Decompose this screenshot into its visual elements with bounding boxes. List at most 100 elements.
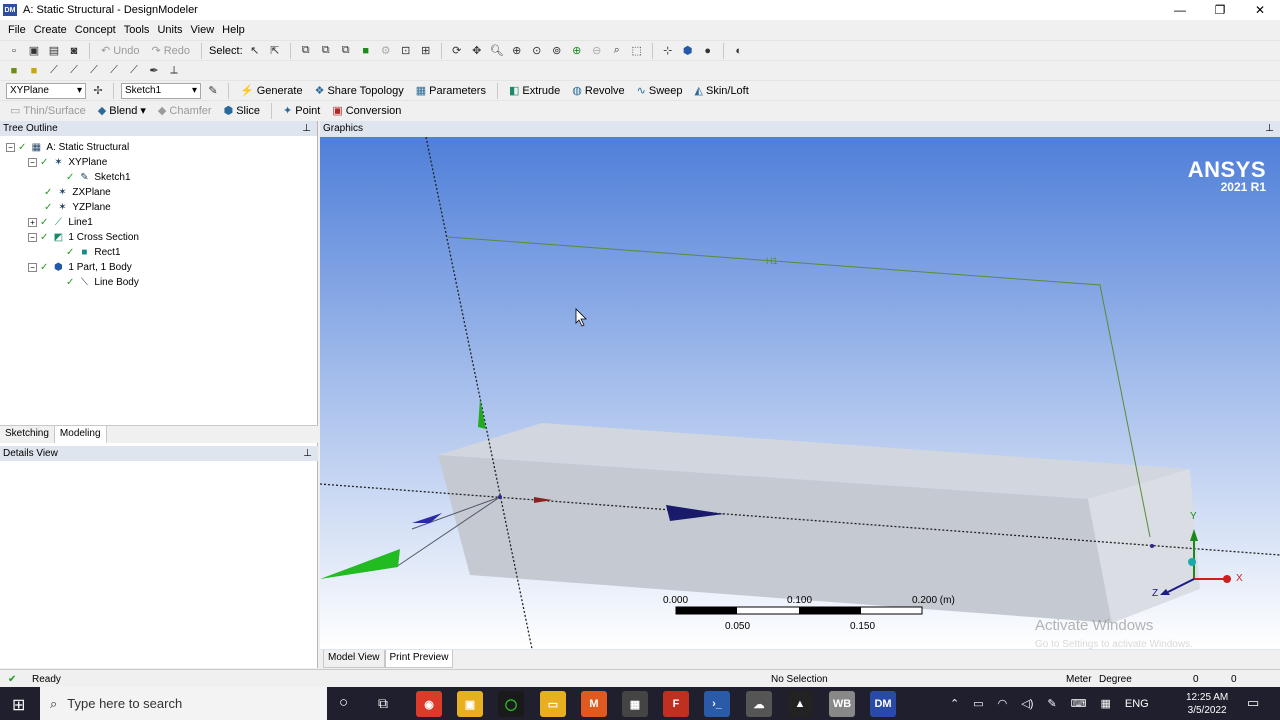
polyline-tool-icon[interactable]: ⟋	[66, 63, 82, 79]
arc-tool-icon[interactable]: ⟋	[106, 63, 122, 79]
menu-file[interactable]: File	[4, 24, 30, 36]
thin-surface-button[interactable]: ▭ Thin/Surface	[6, 102, 90, 120]
language-indicator[interactable]: ENG	[1125, 698, 1149, 710]
cortana-icon[interactable]: ○	[339, 694, 348, 711]
pen-icon[interactable]: ✎	[1047, 697, 1056, 710]
tree-item-xyplane[interactable]: − ✓ ✶ XYPlane	[28, 155, 107, 169]
previous-view-icon[interactable]: ⬚	[629, 43, 645, 59]
sketch-select[interactable]: Sketch1 ▾	[121, 82, 201, 99]
ime-icon[interactable]: ▦	[1100, 697, 1110, 710]
share-topology-button[interactable]: ❖ Share Topology	[311, 82, 408, 100]
new-sketch-icon[interactable]: ✎	[205, 83, 221, 99]
line-body-icon[interactable]: ⟂	[166, 63, 182, 79]
tab-sketching[interactable]: Sketching	[0, 426, 55, 443]
collapse-icon[interactable]: −	[6, 142, 15, 152]
menu-view[interactable]: View	[187, 24, 219, 36]
extrude-button[interactable]: ◧ Extrude	[505, 82, 564, 100]
tree-item-cross-section[interactable]: − ✓ ◩ 1 Cross Section	[28, 230, 139, 244]
new-plane-icon[interactable]: ✢	[90, 83, 106, 99]
blend-button[interactable]: ◆ Blend ▾	[94, 102, 150, 120]
battery-icon[interactable]: ▭	[973, 697, 983, 710]
chamfer-button[interactable]: ◆ Chamfer	[154, 102, 216, 120]
skin-loft-button[interactable]: ◭ Skin/Loft	[691, 82, 753, 100]
revolve-button[interactable]: ◍ Revolve	[568, 82, 628, 100]
tree-item-part-body[interactable]: − ✓ ⬢ 1 Part, 1 Body	[28, 260, 132, 274]
taskbar-search[interactable]: ⌕ Type here to search	[40, 687, 327, 720]
generate-button[interactable]: ⚡ Generate	[236, 82, 307, 100]
windows-start-icon[interactable]: ⊞	[12, 695, 25, 715]
magnifier-icon[interactable]: ⌕	[609, 43, 625, 59]
menu-create[interactable]: Create	[30, 24, 71, 36]
undo-button[interactable]: ↶ Undo	[97, 42, 144, 60]
zoom-out-icon[interactable]: ⊖	[589, 43, 605, 59]
zoom-icon[interactable]: 🔍︎	[489, 43, 505, 59]
expand-icon[interactable]: ⊞	[418, 43, 434, 59]
redo-button[interactable]: ↷ Redo	[148, 42, 195, 60]
collapse-icon[interactable]: −	[28, 157, 37, 167]
select-edges-icon[interactable]: ⧉	[318, 43, 334, 59]
tree-item-rect1[interactable]: ✓ ■ Rect1	[66, 245, 121, 259]
close-button[interactable]: ✕	[1240, 0, 1280, 20]
box-select-icon[interactable]: ⊡	[398, 43, 414, 59]
new-icon[interactable]: ▫	[6, 43, 22, 59]
screenshot-icon[interactable]: ◙	[66, 43, 82, 59]
select-faces-icon[interactable]: ⧉	[338, 43, 354, 59]
save-icon[interactable]: ▣	[26, 43, 42, 59]
store-icon[interactable]: ▣	[457, 691, 483, 717]
zoom-in-icon[interactable]: ⊕	[569, 43, 585, 59]
wifi-icon[interactable]: ◠	[998, 697, 1008, 710]
tab-print-preview[interactable]: Print Preview	[384, 650, 454, 668]
rotate-icon[interactable]: ⟳	[449, 43, 465, 59]
save-as-icon[interactable]: ▤	[46, 43, 62, 59]
fluent-app-icon[interactable]: F	[663, 691, 689, 717]
point-display-icon[interactable]: ●	[700, 43, 716, 59]
notification-icon[interactable]: ▭	[1247, 695, 1259, 711]
designmodeler-taskbar-icon[interactable]: DM	[870, 691, 896, 717]
chevron-up-icon[interactable]: ⌃	[950, 697, 959, 710]
menu-help[interactable]: Help	[218, 24, 249, 36]
select-bodies-icon[interactable]: ■	[358, 43, 374, 59]
collapse-icon[interactable]: −	[28, 232, 37, 242]
ansys-app-icon[interactable]: ▲	[787, 691, 813, 717]
parameters-button[interactable]: ▦ Parameters	[412, 82, 490, 100]
triad-icon[interactable]: ⊹	[660, 43, 676, 59]
pin-icon[interactable]: ✒	[146, 63, 162, 79]
menu-tools[interactable]: Tools	[120, 24, 154, 36]
plane-select[interactable]: XYPlane ▾	[6, 82, 86, 99]
pin-icon[interactable]: ⊥	[302, 123, 311, 134]
matlab-icon[interactable]: M	[581, 691, 607, 717]
iso-view-icon[interactable]: ⬢	[680, 43, 696, 59]
select-mode-icon[interactable]: ↖	[247, 43, 263, 59]
zoom-fit-icon[interactable]: ⊙	[529, 43, 545, 59]
cloud-app-icon[interactable]: ☁	[746, 691, 772, 717]
menu-units[interactable]: Units	[153, 24, 186, 36]
clock[interactable]: 12:25 AM 3/5/2022	[1186, 687, 1228, 720]
powershell-icon[interactable]: ›_	[704, 691, 730, 717]
search-input[interactable]: Type here to search	[67, 696, 182, 711]
pin-icon[interactable]: ⊥	[1265, 123, 1274, 134]
task-view-icon[interactable]: ⧉	[378, 695, 388, 712]
chrome-icon[interactable]: ◉	[416, 691, 442, 717]
tree-item-line-body[interactable]: ✓ ⟍ Line Body	[66, 275, 139, 289]
tree-item-line1[interactable]: + ✓ ⟋ Line1	[28, 215, 93, 229]
grid-app-icon[interactable]: ▦	[622, 691, 648, 717]
tab-modeling[interactable]: Modeling	[54, 426, 107, 443]
box-zoom-icon[interactable]: ⊕	[509, 43, 525, 59]
select-filter-icon[interactable]: ⇱	[267, 43, 283, 59]
refresh-app-icon[interactable]: ◯	[498, 691, 524, 717]
graphics-viewport[interactable]: H1 Y X Z 0.000 0.100 0.200 (m) 0.050 0.1…	[320, 137, 1280, 649]
volume-icon[interactable]: ◁)	[1021, 697, 1033, 710]
curve-tool-icon[interactable]: ⟋	[126, 63, 142, 79]
menu-concept[interactable]: Concept	[71, 24, 120, 36]
display-model-icon[interactable]: ■	[26, 63, 42, 79]
expand-icon[interactable]: +	[28, 217, 37, 227]
display-toggle-icon[interactable]: ◐	[731, 43, 747, 59]
minimize-button[interactable]: —	[1160, 0, 1200, 20]
point-button[interactable]: ✦ Point	[279, 102, 324, 120]
file-explorer-icon[interactable]: ▭	[540, 691, 566, 717]
zoom-select-icon[interactable]: ⊚	[549, 43, 565, 59]
collapse-icon[interactable]: −	[28, 262, 37, 272]
tree-item-root[interactable]: − ✓ ▦ A: Static Structural	[6, 140, 129, 154]
line-tool-icon[interactable]: ⟋	[46, 63, 62, 79]
tangent-line-icon[interactable]: ⟋	[86, 63, 102, 79]
